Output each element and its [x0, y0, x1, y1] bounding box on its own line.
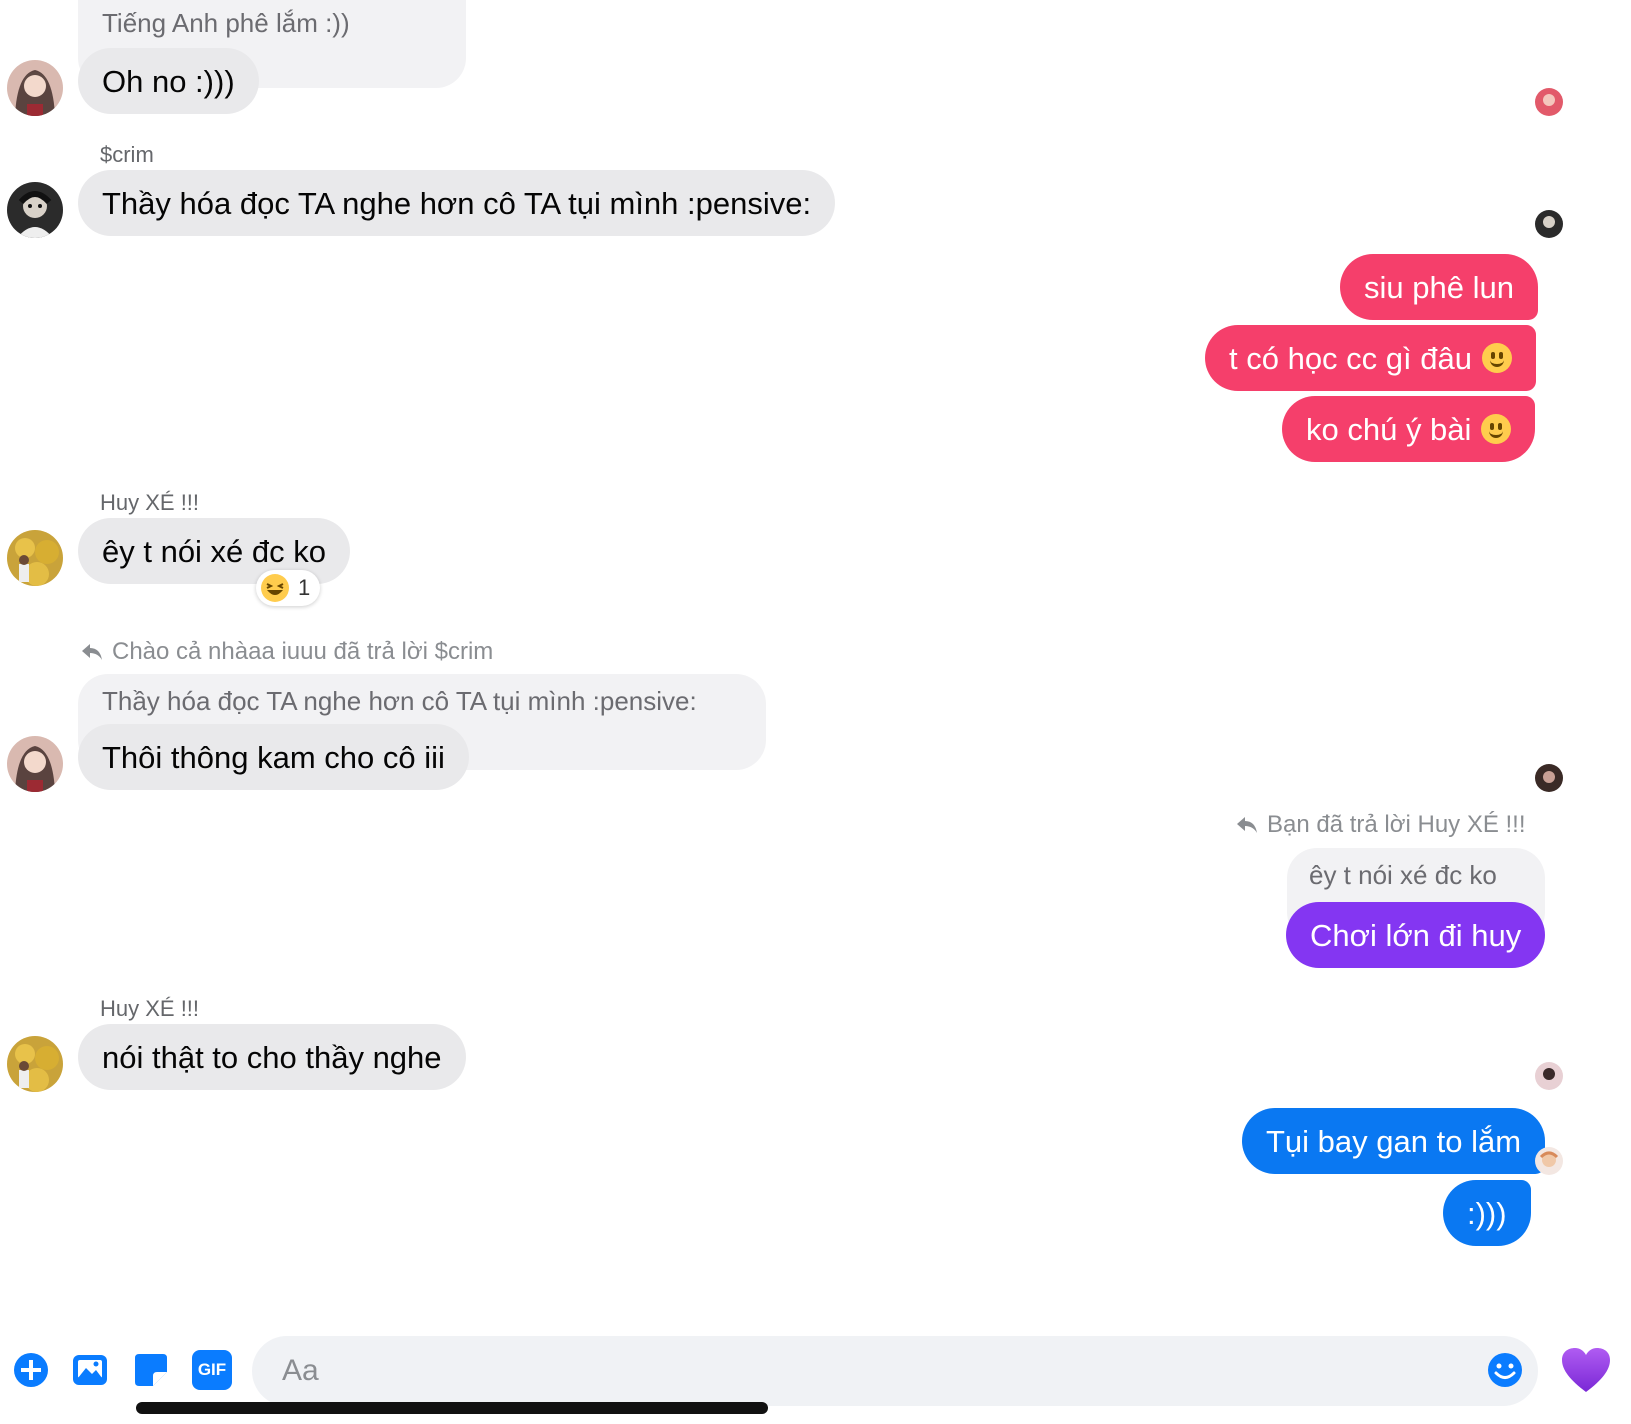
heart-icon[interactable] [1560, 1346, 1612, 1394]
message-text: Oh no :))) [102, 63, 235, 99]
plus-icon[interactable] [11, 1350, 51, 1390]
message-bubble[interactable]: nói thật to cho thầy nghe [78, 1024, 466, 1090]
seen-avatar [1535, 210, 1563, 238]
reply-meta-text: Chào cả nhàaa iuuu đã trả lời $crim [112, 638, 494, 665]
message-bubble-outgoing[interactable]: siu phê lun [1340, 254, 1538, 320]
quoted-text: êy t nói xé đc ko [1309, 860, 1497, 890]
image-icon[interactable] [70, 1350, 110, 1390]
message-text: Thầy hóa đọc TA nghe hơn cô TA tụi mình … [102, 185, 812, 221]
message-text: Tụi bay gan to lắm [1266, 1123, 1522, 1159]
reaction-count: 1 [298, 575, 311, 600]
message-bubble-outgoing[interactable]: t có học cc gì đâu [1205, 325, 1536, 391]
reply-meta-text: Bạn đã trả lời Huy XÉ !!! [1267, 811, 1526, 838]
reply-meta: Chào cả nhàaa iuuu đã trả lời $crim [80, 638, 493, 666]
message-text: t có học cc gì đâu [1229, 340, 1472, 376]
message-text: nói thật to cho thầy nghe [102, 1039, 442, 1075]
message-text: êy t nói xé đc ko [102, 533, 327, 569]
seen-avatar [1535, 764, 1563, 792]
sender-name: Huy XÉ !!! [100, 490, 200, 515]
smiley-emoji-icon [1481, 343, 1512, 373]
avatar[interactable] [7, 736, 63, 792]
message-input[interactable]: Aa [252, 1336, 1538, 1406]
message-text: :))) [1467, 1195, 1507, 1231]
message-bubble-outgoing[interactable]: ko chú ý bài [1282, 396, 1536, 462]
reply-arrow-icon [1237, 817, 1257, 833]
message-bubble-outgoing[interactable]: Chơi lớn đi huy [1286, 902, 1546, 968]
avatar[interactable] [7, 530, 63, 586]
message-bubble[interactable]: Oh no :))) [78, 48, 259, 114]
sender-name: $crim [100, 142, 154, 167]
quoted-text: Thầy hóa đọc TA nghe hơn cô TA tụi mình … [102, 686, 697, 716]
message-bubble-outgoing[interactable]: :))) [1443, 1180, 1531, 1246]
smiley-emoji-icon [1481, 414, 1512, 444]
reply-arrow-icon [82, 644, 102, 660]
message-text: Thôi thông kam cho cô iii [102, 739, 445, 775]
message-text: siu phê lun [1364, 269, 1514, 305]
seen-avatar [1535, 1062, 1563, 1090]
message-input-placeholder: Aa [282, 1354, 319, 1387]
seen-avatar [1535, 88, 1563, 116]
laughing-emoji-icon [261, 574, 289, 602]
seen-avatar [1535, 1147, 1563, 1175]
message-bubble-outgoing[interactable]: Tụi bay gan to lắm [1242, 1108, 1546, 1174]
message-text: Chơi lớn đi huy [1310, 917, 1522, 953]
home-indicator [136, 1402, 768, 1414]
reaction-badge[interactable]: 1 [256, 570, 321, 606]
sender-name: Huy XÉ !!! [100, 996, 200, 1021]
sticker-icon[interactable] [131, 1350, 171, 1390]
emoji-icon[interactable] [1485, 1350, 1525, 1390]
avatar[interactable] [7, 1036, 63, 1092]
avatar[interactable] [7, 60, 63, 116]
avatar[interactable] [7, 182, 63, 238]
message-bubble[interactable]: Thôi thông kam cho cô iii [78, 724, 469, 790]
message-bubble[interactable]: Thầy hóa đọc TA nghe hơn cô TA tụi mình … [78, 170, 836, 236]
reply-meta: Bạn đã trả lời Huy XÉ !!! [1235, 811, 1526, 839]
quoted-text: Tiếng Anh phê lắm :)) [102, 8, 350, 38]
gif-icon[interactable]: GIF [192, 1350, 232, 1390]
gif-label: GIF [197, 1360, 227, 1379]
message-text: ko chú ý bài [1306, 411, 1472, 447]
